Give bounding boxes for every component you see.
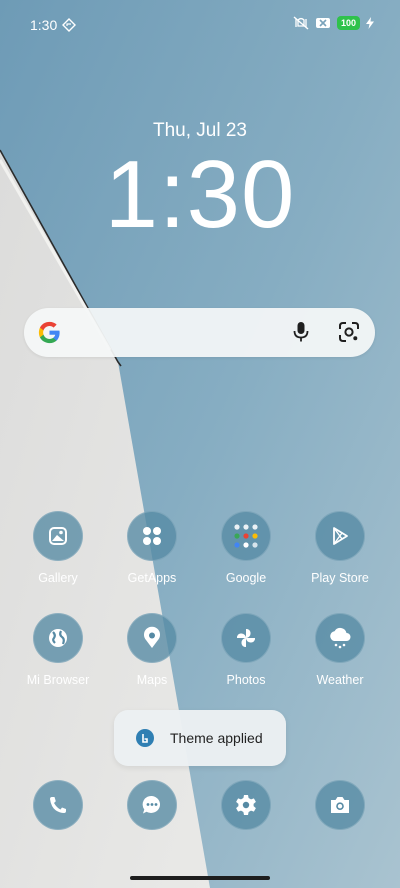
getapps-icon [127,511,177,561]
app-label: Weather [316,673,364,687]
dock-camera[interactable] [290,780,390,830]
app-weather[interactable]: Weather [290,613,390,687]
charging-bolt-icon [366,17,374,29]
clock-time[interactable]: 1:30 [0,140,400,250]
app-getapps[interactable]: GetApps [102,511,202,585]
app-label: Maps [136,673,168,687]
globe-icon [33,613,83,663]
google-search-bar[interactable] [24,308,375,357]
phone-icon [33,780,83,830]
weather-cloud-icon [315,613,365,663]
battery-icon: 100 [336,16,360,30]
settings-gear-icon [221,780,271,830]
dock-settings[interactable] [196,780,296,830]
app-label: GetApps [127,571,177,585]
app-label: Photos [226,673,266,687]
app-label: Google [225,571,267,585]
app-play-store[interactable]: Play Store [290,511,390,585]
date-label[interactable]: Thu, Jul 23 [0,120,400,142]
themes-app-icon [136,729,154,747]
app-mi-browser[interactable]: Mi Browser [8,613,108,687]
sim-off-icon [315,18,330,28]
app-label: Mi Browser [26,673,90,687]
app-google-folder[interactable]: Google [196,511,296,585]
microphone-icon[interactable] [290,320,312,344]
status-bar: 1:30 100 [0,0,400,44]
google-lens-icon[interactable] [338,321,360,343]
location-diamond-icon [62,18,76,32]
app-label: Gallery [38,571,78,585]
gallery-icon [33,511,83,561]
maps-pin-icon [127,613,177,663]
google-g-icon [38,321,60,344]
google-folder-icon [221,511,271,561]
app-maps[interactable]: Maps [102,613,202,687]
toast-message: Theme applied [170,730,263,746]
dock-messages[interactable] [102,780,202,830]
app-photos[interactable]: Photos [196,613,296,687]
toast-theme-applied: Theme applied [114,710,286,766]
app-label: Play Store [311,571,369,585]
camera-icon [315,780,365,830]
pinwheel-icon [221,613,271,663]
dock-phone[interactable] [8,780,108,830]
play-store-icon [315,511,365,561]
gesture-nav-handle[interactable] [130,876,270,880]
status-time: 1:30 [30,17,58,33]
messages-icon [127,780,177,830]
app-gallery[interactable]: Gallery [8,511,108,585]
vibrate-off-icon [293,16,309,30]
